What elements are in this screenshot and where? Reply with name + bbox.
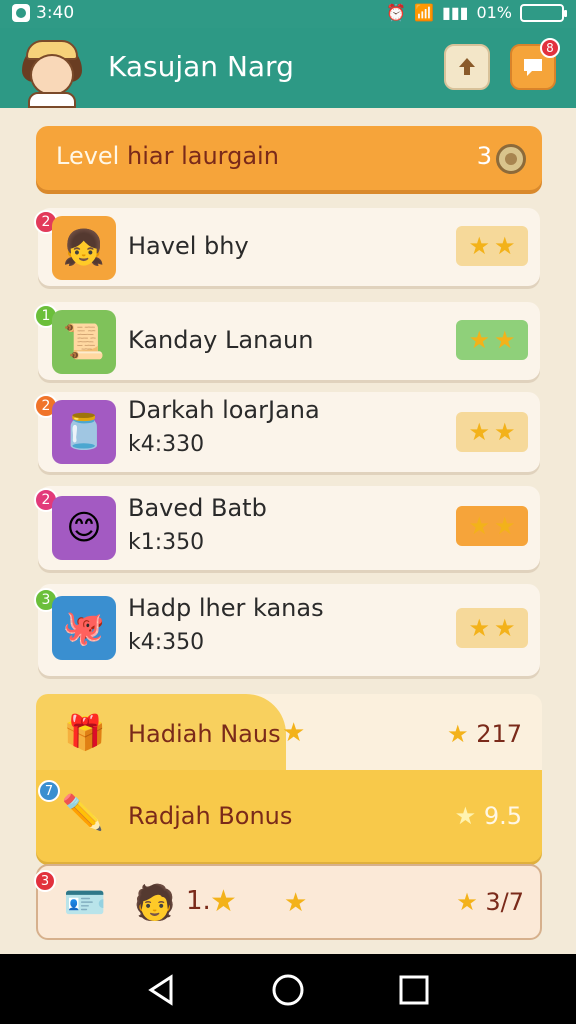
status-bar: 3:40 ⏰ 📶 ▮▮▮ 01% [0,0,576,28]
reward-row[interactable]: 🎁 Hadiah Naus ★ ★ 217 [36,694,542,774]
item-name: Kanday Lanaun [128,326,314,354]
page-title: Kasujan Narg [108,50,294,83]
star-icon: ★ [468,512,490,540]
notification-badge: 8 [540,38,560,58]
star-icon: ★ [494,326,516,354]
girl-character-icon: 👧 [62,228,106,268]
star-icon: ★ [494,512,516,540]
gift-box-icon: 🎁 [63,713,107,753]
home-circle-icon [272,974,304,1006]
star-icon: ★ [468,418,490,446]
item-name: Darkah loarJana [128,396,320,424]
level-bar[interactable]: Level hiar laurgain 3 [36,126,542,190]
star-icon: ★ [282,718,306,748]
star-icon: ★ [468,232,490,260]
back-triangle-icon [148,974,173,1006]
star-icon: ★ [468,326,490,354]
bonus-number: 1. [186,886,211,916]
list-item[interactable]: 2 😊 Baved Batb k1:350 ★ ★ [34,486,540,570]
reward-label: Hadiah Naus [128,720,281,748]
list-item[interactable]: 2 👧 Havel bhy ★ ★ [34,208,540,286]
item-name: Baved Batb [128,494,267,522]
item-thumbnail: 😊 [52,496,116,560]
level-name: hiar laurgain [127,142,279,170]
list-item[interactable]: 2 🫙 Darkah loarJana k4:330 ★ ★ [34,392,540,472]
chat-bubble-icon [524,59,542,76]
item-thumbnail: 🫙 [52,400,116,464]
item-score: k4:350 [128,630,205,655]
star-icon: ★ [454,802,477,830]
character-icon: 🧑 [133,883,177,923]
star-rating: ★ ★ [456,506,528,546]
star-icon: ★ [210,884,237,919]
bonus-row[interactable]: 3 🪪 🧑 1. ★ ★ ★ 3/7 [34,864,542,940]
battery-percent: 01% [476,3,512,22]
star-rating: ★ ★ [456,320,528,360]
jar-icon: 🫙 [62,412,106,452]
alarm-icon: ⏰ [386,3,407,22]
level-value: 3 [476,142,492,170]
upload-button[interactable] [444,44,490,90]
item-score: k4:330 [128,432,205,457]
pencil-icon: ✏️ [61,793,105,833]
star-rating: ★ ★ [456,608,528,648]
star-rating: ★ ★ [456,226,528,266]
item-name: Havel bhy [128,232,249,260]
app-header: Kasujan Narg 8 [0,28,576,108]
bonus-value: 3/7 [485,888,524,916]
avatar[interactable] [16,36,88,108]
reward-label: Radjah Bonus [128,802,293,830]
back-button[interactable] [144,972,180,1008]
scroll-icon: 📜 [62,322,106,362]
octopus-character-icon: 🐙 [62,608,106,648]
status-time: 3:40 [36,3,75,23]
recents-button[interactable] [396,972,432,1008]
signal-icon: ▮▮▮ [442,3,469,22]
app-notification-icon [12,4,30,22]
star-icon: ★ [468,614,490,642]
list-item[interactable]: 3 🐙 Hadp lher kanas k4:350 ★ ★ [34,584,540,676]
star-icon: ★ [456,888,478,916]
star-icon: ★ [284,888,308,918]
coin-icon [496,144,526,174]
level-label: Level [56,142,120,170]
star-icon: ★ [494,614,516,642]
bonus-badge: 3 [34,870,56,892]
item-score: k1:350 [128,530,205,555]
home-button[interactable] [270,972,306,1008]
recents-square-icon [399,975,429,1005]
star-rating: ★ ★ [456,412,528,452]
system-nav-bar [0,954,576,1024]
reward-row[interactable]: 7 ✏️ Radjah Bonus ★ 9.5 [36,770,542,862]
star-icon: ★ [447,720,469,748]
item-thumbnail: 👧 [52,216,116,280]
star-icon: ★ [494,418,516,446]
wifi-icon: 📶 [414,3,435,22]
reward-value: 217 [476,720,522,748]
reward-value: 9.5 [483,802,522,830]
arrow-up-icon [459,58,475,75]
item-thumbnail: 🐙 [52,596,116,660]
card-icon: 🪪 [63,883,107,923]
smiley-face-icon: 😊 [66,508,102,548]
notifications-button[interactable]: 8 [510,38,560,90]
star-icon: ★ [494,232,516,260]
list-item[interactable]: 1 📜 Kanday Lanaun ★ ★ [34,302,540,380]
item-name: Hadp lher kanas [128,594,324,622]
item-thumbnail: 📜 [52,310,116,374]
battery-icon [520,3,567,22]
